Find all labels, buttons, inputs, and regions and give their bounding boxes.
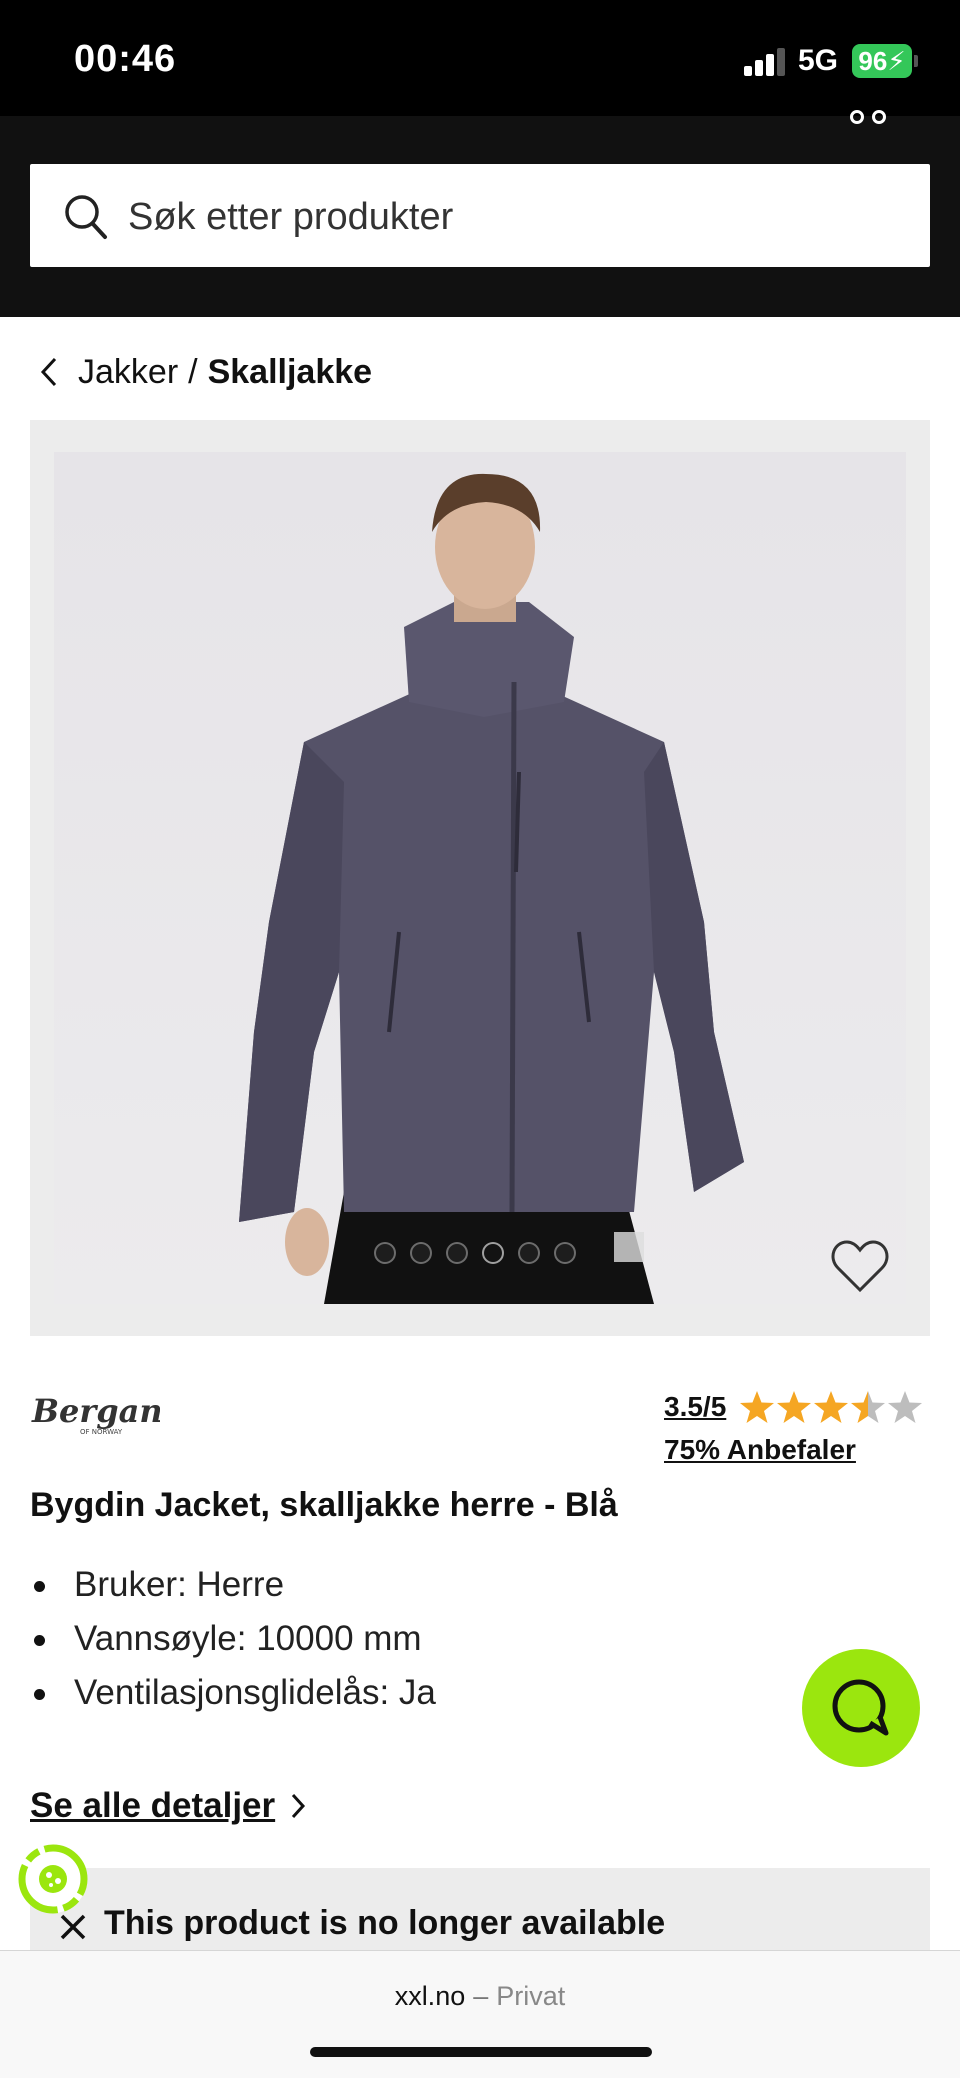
breadcrumb-separator: / bbox=[188, 352, 198, 391]
see-details-label: Se alle detaljer bbox=[30, 1786, 276, 1825]
status-time: 00:46 bbox=[74, 38, 177, 80]
image-dot[interactable] bbox=[446, 1242, 468, 1264]
spec-item: Ventilasjonsglidelås: Ja bbox=[30, 1666, 436, 1720]
spec-item: Vannsøyle: 10000 mm bbox=[30, 1612, 436, 1666]
see-details-link[interactable]: Se alle detaljer bbox=[30, 1786, 307, 1826]
chevron-right-icon bbox=[292, 1793, 306, 1819]
cookie-consent-icon[interactable] bbox=[16, 1842, 90, 1916]
battery-tip bbox=[914, 55, 918, 67]
image-dot[interactable] bbox=[374, 1242, 396, 1264]
home-indicator[interactable] bbox=[310, 2047, 652, 2057]
signal-icon bbox=[744, 48, 786, 76]
product-image[interactable] bbox=[54, 452, 906, 1304]
svg-text:Bergans: Bergans bbox=[31, 1392, 160, 1430]
spec-list: Bruker: Herre Vannsøyle: 10000 mm Ventil… bbox=[30, 1558, 436, 1720]
chat-bubble-icon bbox=[832, 1679, 889, 1736]
battery-icon: 96⚡ bbox=[852, 44, 912, 78]
url-separator: – bbox=[473, 1981, 489, 2011]
search-placeholder: Søk etter produkter bbox=[128, 196, 454, 238]
search-icon bbox=[65, 195, 107, 239]
image-dot[interactable] bbox=[410, 1242, 432, 1264]
image-pagination-dots[interactable] bbox=[374, 1242, 576, 1264]
breadcrumb-parent-link[interactable]: Jakker bbox=[78, 353, 178, 392]
heart-icon[interactable] bbox=[830, 1238, 890, 1296]
unavailable-banner: This product is no longer available bbox=[30, 1868, 930, 1950]
star-full-icon bbox=[813, 1391, 848, 1423]
private-mode-label: Privat bbox=[496, 1981, 566, 2011]
product-title: Bygdin Jacket, skalljakke herre - Blå bbox=[30, 1486, 618, 1524]
breadcrumb-current: Skalljakke bbox=[207, 352, 373, 391]
svg-text:OF NORWAY: OF NORWAY bbox=[80, 1428, 123, 1436]
network-type: 5G bbox=[798, 44, 839, 77]
unavailable-message: This product is no longer available bbox=[104, 1904, 666, 1942]
product-gallery[interactable] bbox=[30, 420, 930, 1336]
chat-button[interactable] bbox=[802, 1649, 920, 1767]
image-dot[interactable] bbox=[554, 1242, 576, 1264]
star-empty-icon bbox=[887, 1391, 922, 1423]
recommend-link[interactable]: 75% Anbefaler bbox=[664, 1434, 934, 1466]
header-icon-peek bbox=[850, 110, 896, 126]
star-full-icon bbox=[739, 1391, 774, 1423]
battery-level: 96 bbox=[858, 46, 888, 76]
search-input[interactable]: Søk etter produkter bbox=[30, 164, 930, 267]
spec-item: Bruker: Herre bbox=[30, 1558, 436, 1612]
rating-score[interactable]: 3.5/5 bbox=[664, 1391, 726, 1423]
breadcrumb: Jakker / Skalljakke bbox=[38, 350, 372, 394]
browser-address-bar[interactable]: xxl.no – Privat bbox=[0, 1950, 960, 2078]
star-full-icon bbox=[776, 1391, 811, 1423]
browser-url[interactable]: xxl.no – Privat bbox=[0, 1981, 960, 2012]
rating-block[interactable]: 3.5/5 75% Anbefaler bbox=[664, 1390, 934, 1466]
site-header: Søk etter produkter bbox=[0, 110, 960, 317]
chevron-left-icon[interactable] bbox=[38, 355, 60, 389]
status-bar: 00:46 5G 96⚡ bbox=[0, 0, 960, 116]
brand-logo[interactable]: Bergans OF NORWAY bbox=[30, 1392, 160, 1438]
image-dot-active[interactable] bbox=[482, 1242, 504, 1264]
image-dot[interactable] bbox=[518, 1242, 540, 1264]
star-half-icon bbox=[850, 1391, 885, 1423]
url-domain: xxl.no bbox=[394, 1981, 466, 2011]
rating-stars bbox=[739, 1390, 924, 1424]
close-icon[interactable] bbox=[58, 1912, 88, 1942]
product-photo-jacket bbox=[239, 473, 744, 1304]
